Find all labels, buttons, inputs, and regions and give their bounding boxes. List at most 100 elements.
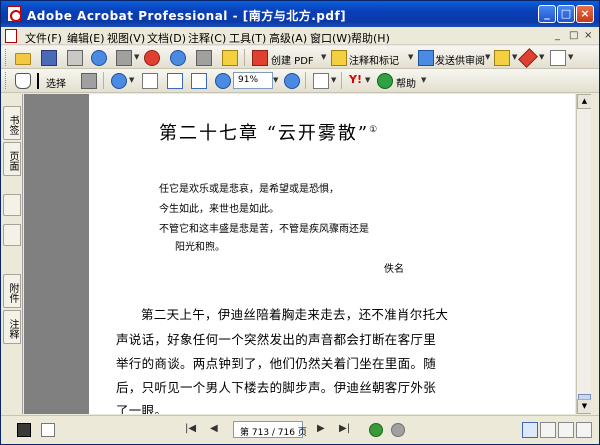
search-globe-icon[interactable] (170, 50, 186, 66)
menu-comments[interactable]: 注释(C) (188, 30, 226, 46)
toolbar-grip[interactable] (5, 72, 8, 89)
create-pdf-button[interactable]: 创建 PDF (271, 52, 314, 67)
single-page-view-icon[interactable] (522, 422, 538, 438)
close-button[interactable]: × (576, 5, 594, 23)
menu-view[interactable]: 视图(V) (107, 30, 145, 46)
maximize-button[interactable]: □ (557, 5, 575, 23)
pdf-page[interactable]: 第二十七章 “云开雾散”① 任它是欢乐或是悲哀，是希望或是恐惧， 今生如此，来世… (89, 94, 575, 414)
scroll-up-icon[interactable]: ▲ (577, 94, 592, 109)
body-line: 后，只听见一个男人下楼去的脚步声。伊迪丝朝客厅外张 (116, 380, 437, 395)
zoom-level-dropdown-icon[interactable]: ▼ (273, 76, 278, 84)
menu-tools[interactable]: 工具(T) (229, 30, 266, 46)
open-folder-icon[interactable] (15, 53, 31, 65)
attach-dropdown-icon[interactable]: ▼ (134, 53, 139, 61)
zoom-in-icon[interactable] (111, 73, 127, 89)
tab-blank-2[interactable] (3, 224, 21, 246)
stop-icon[interactable] (144, 50, 160, 66)
forms-dropdown-icon[interactable]: ▼ (568, 53, 573, 61)
find-icon[interactable] (196, 50, 212, 66)
next-view-icon[interactable] (391, 423, 405, 437)
facing-view-icon[interactable] (558, 422, 574, 438)
chapter-title: 第二十七章 “云开雾散”① (159, 119, 379, 145)
toolbar-separator (244, 49, 245, 66)
file-toolbar: ▼ 创建 PDF ▼ 注释和标记 ▼ 发送供审阅 ▼ ▼ ▼ ▼ (1, 46, 599, 69)
zoom-level-field[interactable]: 91% (233, 72, 273, 89)
yahoo-dropdown-icon[interactable]: ▼ (365, 76, 370, 84)
right-panel-strip (591, 94, 599, 414)
page-view-icon[interactable] (313, 73, 329, 89)
tab-pages[interactable]: 页面 (3, 142, 21, 176)
comment-markup-button[interactable]: 注释和标记 (349, 52, 399, 67)
forms-icon[interactable] (550, 50, 566, 66)
next-page-icon[interactable]: ▶ (317, 423, 325, 434)
text-cursor-icon[interactable] (37, 73, 45, 89)
actual-size-icon[interactable] (142, 73, 158, 89)
send-review-button[interactable]: 发送供审阅 (435, 52, 485, 67)
vertical-scrollbar[interactable]: ▲ ▼ (576, 94, 592, 414)
menu-file[interactable]: 文件(F) (25, 30, 62, 46)
menu-edit[interactable]: 编辑(E) (67, 30, 105, 46)
zoom-out-icon[interactable] (215, 73, 231, 89)
scroll-down-icon[interactable]: ▼ (577, 399, 592, 414)
menu-window[interactable]: 窗口(W) (310, 30, 351, 46)
help-button[interactable]: 帮助 (396, 75, 416, 90)
zoom-in-small-icon[interactable] (284, 73, 300, 89)
select-tool-button[interactable]: 选择 (46, 75, 66, 90)
send-review-dropdown-icon[interactable]: ▼ (485, 53, 490, 61)
previous-page-icon[interactable]: ◀ (210, 423, 218, 434)
attach-icon[interactable] (116, 50, 132, 66)
navigation-panel: 书签 页面 附件 注释 (1, 94, 23, 414)
create-pdf-icon[interactable] (252, 50, 268, 66)
app-window: Adobe Acrobat Professional - [南方与北方.pdf]… (0, 0, 600, 445)
status-bar: |◀ ◀ 第 713 / 716 页 ▶ ▶| (1, 415, 599, 444)
menu-advanced[interactable]: 高级(A) (269, 30, 307, 46)
tab-comments[interactable]: 注释 (3, 310, 21, 344)
lock-icon[interactable] (494, 50, 510, 66)
fit-width-icon[interactable] (191, 73, 207, 89)
menu-help[interactable]: 帮助(H) (351, 30, 390, 46)
previous-view-icon[interactable] (369, 423, 383, 437)
menu-document[interactable]: 文档(D) (147, 30, 186, 46)
document-menu-icon[interactable] (5, 29, 17, 43)
help-dropdown-icon[interactable]: ▼ (421, 76, 426, 84)
first-page-icon[interactable]: |◀ (185, 423, 196, 434)
save-icon[interactable] (41, 50, 57, 66)
comment-icon[interactable] (331, 50, 347, 66)
hand-tool-icon[interactable] (15, 73, 31, 89)
continuous-view-icon[interactable] (540, 422, 556, 438)
document-info-icon[interactable] (41, 423, 55, 437)
chapter-title-text: 第二十七章 “云开雾散” (159, 123, 370, 144)
email-icon[interactable] (91, 50, 107, 66)
window-title: Adobe Acrobat Professional - [南方与北方.pdf] (27, 9, 347, 23)
doc-minimize-button[interactable]: _ (555, 30, 560, 41)
page-number-field[interactable]: 第 713 / 716 页 (233, 421, 307, 438)
yahoo-icon[interactable]: Y! (349, 73, 365, 89)
panel-toggle-icon[interactable] (17, 423, 31, 437)
zoom-tool-dropdown-icon[interactable]: ▼ (129, 76, 134, 84)
fit-page-icon[interactable] (167, 73, 183, 89)
continuous-facing-view-icon[interactable] (576, 422, 592, 438)
document-area[interactable]: 第二十七章 “云开雾散”① 任它是欢乐或是悲哀，是希望或是恐惧， 今生如此，来世… (24, 94, 575, 414)
page-view-dropdown-icon[interactable]: ▼ (331, 76, 336, 84)
tab-blank-1[interactable] (3, 194, 21, 216)
epigraph-author: 佚名 (384, 264, 404, 275)
minimize-button[interactable]: _ (538, 5, 556, 23)
tab-attachments[interactable]: 附件 (3, 274, 21, 308)
tab-bookmarks[interactable]: 书签 (3, 106, 21, 140)
snapshot-icon[interactable] (81, 73, 97, 89)
security-icon[interactable] (222, 50, 238, 66)
send-review-icon[interactable] (418, 50, 434, 66)
print-icon[interactable] (67, 50, 83, 66)
toolbar-grip[interactable] (5, 49, 8, 66)
create-pdf-dropdown-icon[interactable]: ▼ (321, 53, 326, 61)
last-page-icon[interactable]: ▶| (339, 423, 350, 434)
doc-restore-button[interactable]: □ (569, 30, 578, 41)
epigraph-line: 任它是欢乐或是悲哀，是希望或是恐惧， (159, 184, 339, 195)
lock-dropdown-icon[interactable]: ▼ (512, 53, 517, 61)
sign-pen-icon[interactable] (518, 48, 538, 68)
doc-close-button[interactable]: × (584, 30, 592, 41)
body-line: 举行的商谈。两点钟到了，他们仍然关着门坐在里面。随 (116, 356, 437, 371)
help-icon[interactable] (377, 73, 393, 89)
sign-dropdown-icon[interactable]: ▼ (539, 53, 544, 61)
comment-dropdown-icon[interactable]: ▼ (408, 53, 413, 61)
